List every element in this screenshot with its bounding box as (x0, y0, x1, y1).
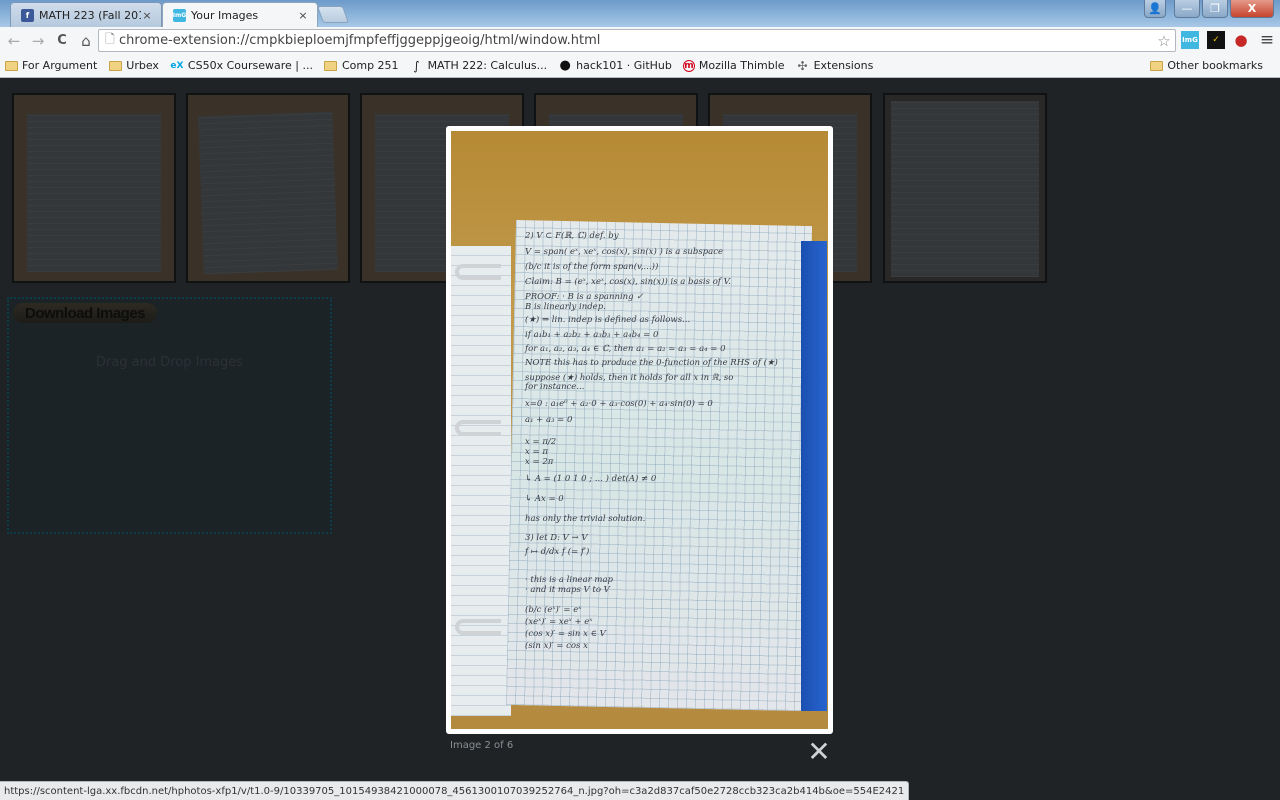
note-line: ↳ A = (1 0 1 0 ; ... ) det(A) ≠ 0 (525, 474, 657, 484)
lightbox-caption: Image 2 of 6 (450, 740, 514, 751)
new-tab-button[interactable] (316, 6, 350, 23)
note-line: f ↦ d/dx f (= f′) (525, 547, 590, 557)
bookmark-cs50x[interactable]: eX CS50x Courseware | ... (170, 59, 313, 72)
thumbnail-1[interactable] (12, 93, 176, 283)
note-line: has only the trivial solution. (525, 514, 646, 524)
puzzle-icon: ✣ (797, 58, 808, 73)
close-icon[interactable]: × (297, 9, 309, 22)
note-line: a₁ + a₃ = 0 (525, 415, 573, 425)
note-line: (xeˣ)′ = xeˣ + eˣ (525, 617, 593, 627)
note-line: (★) ⇒ lin. indep is defined as follows..… (525, 315, 691, 325)
page-icon: 🗋 (105, 32, 115, 46)
close-icon[interactable]: × (141, 9, 153, 22)
note-line: 3) let D: V → V (525, 533, 588, 543)
maximize-button[interactable]: ❐ (1202, 0, 1228, 18)
drop-zone[interactable]: Download Images Drag and Drop Images (7, 297, 332, 534)
user-icon[interactable]: 👤 (1144, 0, 1166, 18)
note-line: · and it maps V to V (525, 585, 610, 595)
folder-icon (324, 60, 338, 71)
note-line: · this is a linear map (525, 575, 613, 585)
note-line: x = π/2 (525, 437, 557, 447)
bookmark-urbex[interactable]: Urbex (108, 59, 159, 72)
bookmark-label: Other bookmarks (1167, 59, 1263, 72)
note-line: V = span( eˣ, xeˣ, cos(x), sin(x) ) is a… (525, 247, 723, 257)
binder-ring (455, 619, 501, 635)
address-bar[interactable]: 🗋 chrome-extension://cmpkbieploemjfmpfef… (98, 29, 1176, 52)
url-text[interactable]: chrome-extension://cmpkbieploemjfmpfeffj… (119, 33, 1153, 48)
tab-title: Your Images (191, 8, 259, 22)
note-line: ↳ Ax = 0 (525, 494, 564, 504)
drop-zone-label: Drag and Drop Images (95, 355, 244, 370)
img-extension-icon: ImG (173, 8, 186, 22)
bookmark-thimble[interactable]: m Mozilla Thimble (682, 59, 785, 72)
img-extension-icon[interactable]: ImG (1181, 31, 1199, 49)
facebook-icon: f (21, 8, 34, 22)
browser-toolbar: ← → C ⌂ 🗋 chrome-extension://cmpkbieploe… (0, 27, 1280, 54)
window-controls: 👤 — ❐ X (1144, 0, 1274, 18)
note-line: if a₁b₁ + a₂b₂ + a₃b₃ + a₄b₄ = 0 (525, 330, 659, 340)
page-content: Download Images Drag and Drop Images 2) … (0, 79, 1280, 800)
tab-math-223[interactable]: f MATH 223 (Fall 2014) × (10, 2, 162, 27)
lightbox: 2) V ⊂ F(ℝ, ℂ) def. by V = span( eˣ, xeˣ,… (446, 126, 833, 734)
bookmark-label: Urbex (126, 59, 159, 72)
bookmark-label: For Argument (22, 59, 98, 72)
note-line: x = 2π (525, 457, 554, 467)
bookmark-label: Mozilla Thimble (698, 59, 785, 72)
note-line: x = π (525, 447, 548, 457)
other-bookmarks[interactable]: Other bookmarks (1149, 59, 1263, 72)
tab-title: MATH 223 (Fall 2014) (39, 8, 141, 22)
folder-icon (108, 60, 122, 71)
forward-icon[interactable]: → (26, 32, 50, 50)
note-line: PROOF: · B is a spanning ✓ (525, 292, 644, 302)
thumbnail-2[interactable] (186, 93, 350, 283)
bookmark-label: CS50x Courseware | ... (187, 59, 313, 72)
note-line: (b/c it is of the form span(v,...)) (525, 262, 659, 272)
note-line: for a₁, a₂, a₃, a₄ ∈ ℂ, then a₁ = a₂ = a… (525, 344, 726, 354)
status-bar-url: https://scontent-lga.xx.fbcdn.net/hphoto… (0, 781, 910, 800)
bookmark-label: Comp 251 (341, 59, 399, 72)
download-images-button[interactable]: Download Images (13, 303, 157, 323)
menu-icon[interactable]: ≡ (1258, 30, 1276, 50)
bomb-icon[interactable]: ● (1232, 31, 1250, 49)
thimble-icon: m (682, 59, 695, 72)
note-line: B is linearly indep. (525, 302, 606, 312)
bookmark-for-argument[interactable]: For Argument (4, 59, 97, 72)
lightbox-image[interactable]: 2) V ⊂ F(ℝ, ℂ) def. by V = span( eˣ, xeˣ,… (451, 131, 828, 729)
bookmark-label: MATH 222: Calculus... (427, 59, 548, 72)
back-icon[interactable]: ← (2, 32, 26, 50)
edx-icon: eX (170, 60, 184, 71)
bookmark-extensions[interactable]: ✣ Extensions (796, 58, 874, 73)
integral-icon: ∫ (413, 58, 420, 73)
note-line: Claim: B = (eˣ, xeˣ, cos(x), sin(x)) is … (525, 277, 732, 287)
bookmark-label: hack101 · GitHub (576, 59, 672, 72)
note-line: (b/c (eˣ)′ = eˣ (525, 605, 582, 615)
tab-your-images[interactable]: ImG Your Images × (162, 2, 318, 27)
thumbnail-6[interactable] (883, 93, 1047, 283)
reload-icon[interactable]: C (50, 33, 74, 48)
github-icon: ● (559, 58, 571, 73)
folder-icon (4, 60, 18, 71)
note-line: 2) V ⊂ F(ℝ, ℂ) def. by (525, 231, 619, 241)
home-icon[interactable]: ⌂ (74, 32, 98, 50)
bookmark-star-icon[interactable]: ☆ (1153, 32, 1175, 50)
bookmarks-bar: For Argument Urbex eX CS50x Courseware | … (0, 54, 1280, 78)
note-line: (sin x)′ = cos x (525, 641, 588, 651)
binder-ring (455, 264, 501, 280)
close-icon[interactable]: ✕ (806, 738, 832, 766)
title-bar: f MATH 223 (Fall 2014) × ImG Your Images… (0, 0, 1280, 27)
bookmark-hack101[interactable]: ● hack101 · GitHub (558, 58, 672, 73)
minimize-button[interactable]: — (1174, 0, 1200, 18)
binder-ring (455, 420, 501, 436)
note-line: x=0 : a₁e⁰ + a₂·0 + a₃·cos(0) + a₄·sin(0… (525, 399, 713, 409)
note-line: for instance... (525, 382, 585, 392)
note-line: (cos x)′ = sin x ∈ V (525, 629, 606, 639)
bookmark-math-222[interactable]: ∫ MATH 222: Calculus... (410, 58, 548, 73)
bookmark-label: Extensions (813, 59, 874, 72)
norton-icon[interactable]: ✓ (1207, 31, 1225, 49)
folder-icon (1149, 60, 1163, 71)
bookmark-comp-251[interactable]: Comp 251 (324, 59, 399, 72)
note-line: NOTE this has to produce the 0-function … (525, 358, 778, 368)
close-window-button[interactable]: X (1230, 0, 1274, 18)
